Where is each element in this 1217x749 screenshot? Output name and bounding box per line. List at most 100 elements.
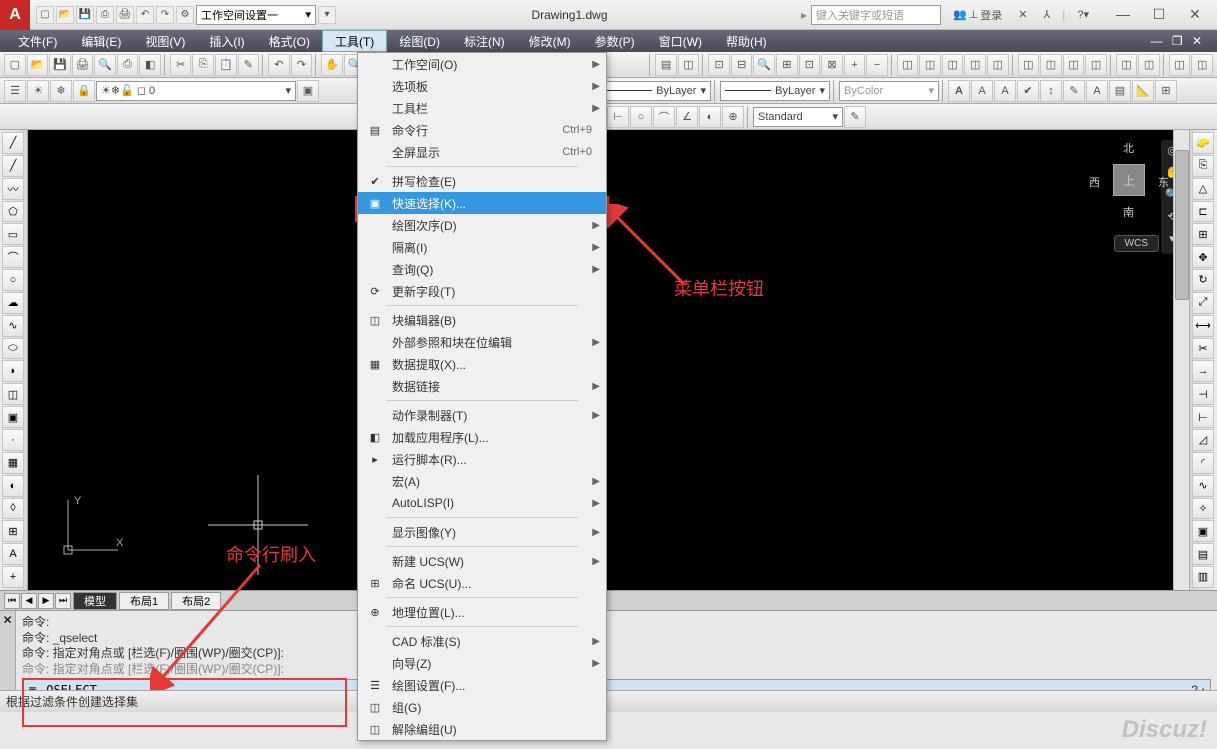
mod-m2-icon[interactable]: ▤	[1192, 543, 1214, 565]
tb-m9-icon[interactable]: ◫	[1085, 54, 1107, 76]
mod-move-icon[interactable]: ✥	[1192, 246, 1214, 268]
dd-item[interactable]: AutoLISP(I)▶	[358, 492, 606, 514]
mod-chamfer-icon[interactable]: ◿	[1192, 429, 1214, 451]
menu-window[interactable]: 窗口(W)	[647, 30, 714, 52]
mod-mirror-icon[interactable]: △	[1192, 178, 1214, 200]
tb-publish-icon[interactable]: ⎙	[117, 54, 139, 76]
draw-block-icon[interactable]: ▣	[2, 406, 24, 428]
tb-m11-icon[interactable]: ◫	[1138, 54, 1160, 76]
tb-text-A2-icon[interactable]: A	[971, 80, 993, 102]
tb-text-A-icon[interactable]: A	[948, 80, 970, 102]
doc-restore-icon[interactable]: ❐	[1169, 34, 1186, 48]
mod-m3-icon[interactable]: ▥	[1192, 566, 1214, 588]
tb-zoomext-icon[interactable]: ⊡	[799, 54, 821, 76]
dd-item[interactable]: ⊕地理位置(L)...	[358, 601, 606, 623]
dd-item[interactable]: ▸运行脚本(R)...	[358, 448, 606, 470]
dd-item[interactable]: 查询(Q)▶	[358, 258, 606, 280]
tb-m8-icon[interactable]: ◫	[1063, 54, 1085, 76]
exchange-icon[interactable]: ✕	[1014, 8, 1031, 21]
dd-item[interactable]: ◫块编辑器(B)	[358, 309, 606, 331]
help-icon[interactable]: ?▾	[1073, 8, 1093, 21]
tab-last-icon[interactable]: ⏭	[55, 593, 71, 609]
dd-item[interactable]: ☰绘图设置(F)...	[358, 674, 606, 696]
view-cube[interactable]: 北 西 东 南 上	[1089, 140, 1169, 220]
tb-m1-icon[interactable]: ◫	[897, 54, 919, 76]
dd-item[interactable]: 隔离(I)▶	[358, 236, 606, 258]
tb-zoomrt-icon[interactable]: 🔍	[753, 54, 775, 76]
tb-new-icon[interactable]: ▢	[4, 54, 26, 76]
dd-item[interactable]: 工具栏▶	[358, 97, 606, 119]
command-input-1[interactable]: ▣ ?▴	[22, 679, 1211, 690]
tb-cut-icon[interactable]: ✂	[170, 54, 192, 76]
command-input-field-1[interactable]	[42, 683, 1187, 690]
dd-item[interactable]: 绘图次序(D)▶	[358, 214, 606, 236]
dd-item[interactable]: 全屏显示Ctrl+0	[358, 141, 606, 163]
autodesk-icon[interactable]: ⅄	[1040, 8, 1055, 21]
qat-dropdown-icon[interactable]: ▾	[318, 6, 336, 24]
qat-new-icon[interactable]: ▢	[36, 6, 54, 24]
tb-copy-icon[interactable]: ⎘	[192, 54, 214, 76]
dd-item[interactable]: 向导(Z)▶	[358, 652, 606, 674]
wcs-badge[interactable]: WCS	[1114, 235, 1159, 252]
tb-m3-icon[interactable]: ◫	[942, 54, 964, 76]
tb-save-icon[interactable]: 💾	[49, 54, 71, 76]
tb-style-edit-icon[interactable]: ✎	[844, 106, 866, 128]
dd-item[interactable]: 新建 UCS(W)▶	[358, 550, 606, 572]
draw-table-icon[interactable]: ⊞	[2, 520, 24, 542]
qat-redo-icon[interactable]: ↷	[156, 6, 174, 24]
drawing-canvas[interactable]: ◎ ✋ 🔍 ⟲ ▾ 北 西 东 南 上 WCS Y X	[28, 130, 1189, 590]
tb-layerprev-icon[interactable]: ☀	[27, 80, 49, 102]
tb-open-icon[interactable]: 📂	[27, 54, 49, 76]
dd-item[interactable]: ◧加载应用程序(L)...	[358, 426, 606, 448]
draw-ellipse-icon[interactable]: ⬭	[2, 338, 24, 360]
mod-array-icon[interactable]: ⊞	[1192, 223, 1214, 245]
qat-open-icon[interactable]: 📂	[56, 6, 74, 24]
tb-text-scale-icon[interactable]: ↕	[1040, 80, 1062, 102]
draw-insert-icon[interactable]: ◫	[2, 383, 24, 405]
qat-save-icon[interactable]: 💾	[76, 6, 94, 24]
draw-ellipsearc-icon[interactable]: ◗	[2, 360, 24, 382]
tb-undo-icon[interactable]: ↶	[268, 54, 290, 76]
tb-m10-icon[interactable]: ◫	[1116, 54, 1138, 76]
canvas-scrollbar[interactable]	[1173, 130, 1189, 590]
tb-m2-icon[interactable]: ◫	[919, 54, 941, 76]
draw-point-icon[interactable]: ·	[2, 429, 24, 451]
menu-parametric[interactable]: 参数(P)	[583, 30, 647, 52]
draw-spline-icon[interactable]: ∿	[2, 315, 24, 337]
tb-3ddwf-icon[interactable]: ◧	[139, 54, 161, 76]
tb-dim6-icon[interactable]: ⊕	[722, 106, 744, 128]
tab-first-icon[interactable]: ⏮	[4, 593, 20, 609]
tb-preview-icon[interactable]: 🔍	[94, 54, 116, 76]
mod-blend-icon[interactable]: ∿	[1192, 475, 1214, 497]
tb-text-dim-icon[interactable]: 📐	[1132, 80, 1154, 102]
mod-m1-icon[interactable]: ▣	[1192, 520, 1214, 542]
mod-erase-icon[interactable]: 🧽	[1192, 132, 1214, 154]
dd-item[interactable]: 数据链接▶	[358, 375, 606, 397]
draw-pline-icon[interactable]: 〰	[2, 178, 24, 200]
cmd-close-handle[interactable]: ✕	[0, 611, 16, 690]
draw-arc-icon[interactable]: ⌒	[2, 246, 24, 268]
tb-zoomin-icon[interactable]: +	[844, 54, 866, 76]
dd-item[interactable]: 选项板▶	[358, 75, 606, 97]
doc-minimize-icon[interactable]: —	[1147, 34, 1165, 48]
qat-gear-icon[interactable]: ⚙	[176, 6, 194, 24]
menu-help[interactable]: 帮助(H)	[714, 30, 779, 52]
tab-model[interactable]: 模型	[73, 592, 117, 610]
dd-item[interactable]: ◫解除编组(U)	[358, 718, 606, 740]
menu-dimension[interactable]: 标注(N)	[452, 30, 517, 52]
tb-pan-icon[interactable]: ✋	[321, 54, 343, 76]
draw-line-icon[interactable]: ╱	[2, 132, 24, 154]
menu-insert[interactable]: 插入(I)	[197, 30, 256, 52]
dd-item[interactable]: ▦数据提取(X)...	[358, 353, 606, 375]
search-input[interactable]: 键入关键字或短语	[811, 5, 941, 25]
dd-item[interactable]: ⊞命名 UCS(U)...	[358, 572, 606, 594]
workspace-combo[interactable]: 工作空间设置一▾	[196, 5, 316, 25]
tb-text-find-icon[interactable]: A	[1086, 80, 1108, 102]
menu-file[interactable]: 文件(F)	[6, 30, 69, 52]
app-logo-icon[interactable]: A	[0, 0, 30, 30]
mod-scale-icon[interactable]: ⤢	[1192, 292, 1214, 314]
linetype-combo-2[interactable]: ByLayer▾	[720, 81, 830, 101]
tb-zoomwin-icon[interactable]: ⊡	[708, 54, 730, 76]
minimize-button[interactable]: —	[1113, 6, 1133, 23]
draw-hatch-icon[interactable]: ▦	[2, 452, 24, 474]
